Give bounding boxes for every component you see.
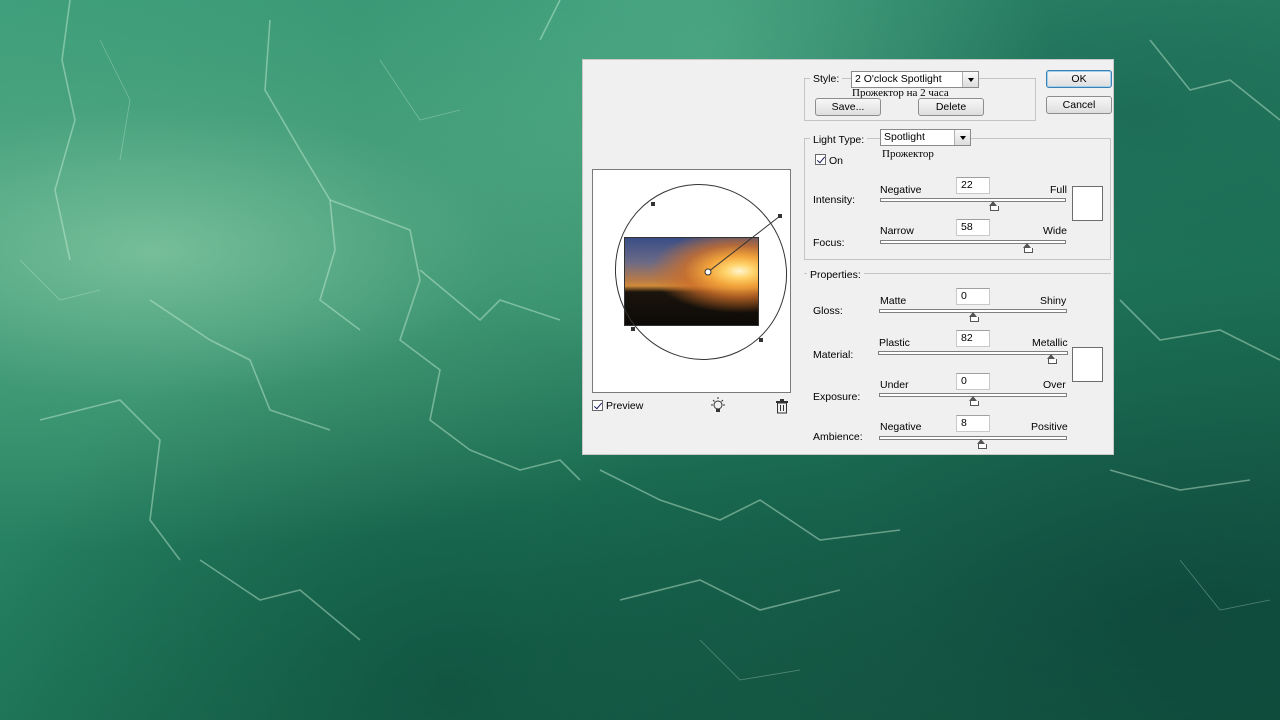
intensity-field[interactable]: 22 (956, 177, 990, 194)
preview-canvas[interactable] (592, 169, 791, 393)
exposure-max-label: Over (1043, 379, 1066, 391)
style-dropdown[interactable]: 2 O'clock Spotlight (851, 71, 979, 88)
light-type-dropdown-value: Spotlight (884, 131, 925, 143)
light-type-label: Light Type: (810, 134, 868, 146)
ambience-min-label: Negative (880, 421, 922, 433)
material-label: Material: (813, 349, 854, 361)
preview-checkbox[interactable] (592, 400, 603, 411)
focus-slider-thumb[interactable] (1022, 242, 1033, 253)
ambience-label: Ambience: (813, 431, 863, 443)
light-center-handle[interactable] (704, 268, 712, 276)
focus-label: Focus: (813, 237, 845, 249)
intensity-label: Intensity: (813, 194, 856, 206)
light-bulb-icon[interactable] (710, 397, 726, 415)
ambience-field[interactable]: 8 (956, 415, 990, 432)
gloss-max-label: Shiny (1040, 295, 1067, 307)
cancel-button[interactable]: Cancel (1046, 96, 1112, 114)
on-label: On (829, 155, 844, 167)
gloss-label: Gloss: (813, 305, 843, 317)
ambience-slider-thumb[interactable] (976, 438, 987, 449)
style-label: Style: (810, 73, 843, 85)
intensity-slider[interactable] (880, 198, 1066, 202)
material-min-label: Plastic (879, 337, 910, 349)
gloss-min-label: Matte (880, 295, 907, 307)
ambient-color-swatch[interactable] (1072, 347, 1103, 382)
ellipse-handle[interactable] (631, 327, 635, 331)
ambience-slider[interactable] (879, 436, 1067, 440)
on-checkbox[interactable] (815, 154, 826, 165)
light-ellipse-overlay[interactable] (593, 170, 791, 393)
gloss-field[interactable]: 0 (956, 288, 990, 305)
focus-slider[interactable] (880, 240, 1066, 244)
intensity-slider-thumb[interactable] (989, 200, 1000, 211)
light-color-swatch[interactable] (1072, 186, 1103, 221)
exposure-field[interactable]: 0 (956, 373, 990, 390)
material-slider[interactable] (878, 351, 1068, 355)
intensity-min-label: Negative (880, 184, 922, 196)
exposure-slider-thumb[interactable] (969, 395, 979, 406)
material-field[interactable]: 82 (956, 330, 990, 347)
light-type-translation: Прожектор (882, 148, 934, 160)
ellipse-handle[interactable] (651, 202, 655, 206)
chevron-down-icon (962, 72, 978, 87)
intensity-max-label: Full (1050, 184, 1067, 196)
light-type-dropdown[interactable]: Spotlight (880, 129, 971, 146)
focus-field[interactable]: 58 (956, 219, 990, 236)
ok-button[interactable]: OK (1046, 70, 1112, 88)
preview-label: Preview (606, 400, 644, 412)
focus-min-label: Narrow (880, 225, 914, 237)
ellipse-handle[interactable] (759, 338, 763, 342)
save-button[interactable]: Save... (815, 98, 881, 116)
material-slider-thumb[interactable] (1046, 353, 1057, 364)
lighting-effects-dialog: Preview Style: 2 O'clock Spotlight Проже… (582, 59, 1114, 455)
style-dropdown-value: 2 O'clock Spotlight (855, 73, 942, 85)
delete-button[interactable]: Delete (918, 98, 984, 116)
gloss-slider-thumb[interactable] (969, 311, 979, 322)
chevron-down-icon (954, 130, 970, 145)
properties-label: Properties: (807, 269, 864, 281)
exposure-min-label: Under (880, 379, 909, 391)
exposure-label: Exposure: (813, 391, 861, 403)
ambience-max-label: Positive (1031, 421, 1068, 433)
material-max-label: Metallic (1032, 337, 1068, 349)
focus-max-label: Wide (1043, 225, 1067, 237)
ellipse-handle[interactable] (778, 214, 782, 218)
trash-icon[interactable] (775, 399, 789, 414)
